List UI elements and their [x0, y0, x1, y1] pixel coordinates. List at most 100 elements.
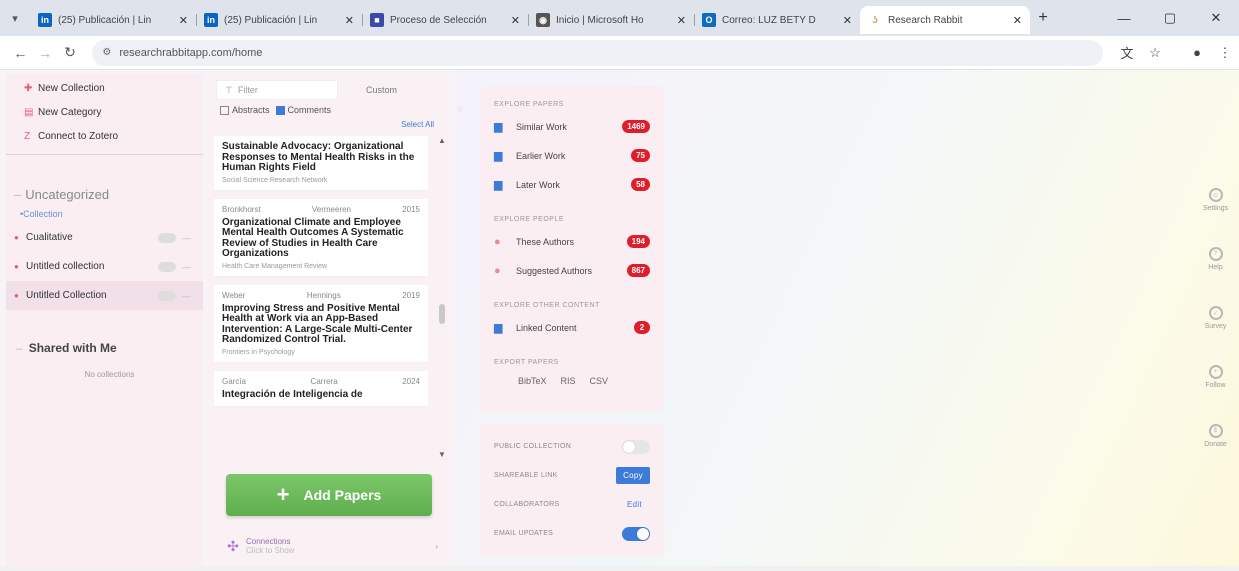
suggested-authors-button[interactable]: ● Suggested Authors 867 — [494, 256, 650, 285]
browser-tab[interactable]: in (25) Publicación | Lin ✕ — [30, 6, 196, 34]
these-authors-button[interactable]: ● These Authors 194 — [494, 227, 650, 256]
minimize-button[interactable]: — — [1101, 11, 1147, 26]
connections-button[interactable]: ✣ Connections Click to Show › — [220, 532, 438, 560]
explore-papers-heading: EXPLORE PAPERS — [494, 100, 564, 108]
add-papers-button[interactable]: + Add Papers — [226, 474, 432, 516]
category-heading[interactable]: – Uncategorized — [6, 183, 203, 205]
scroll-thumb[interactable] — [439, 304, 445, 324]
settings-button[interactable]: ⊙ Settings — [1192, 188, 1239, 247]
collection-toggle[interactable] — [158, 290, 176, 301]
close-tab-icon[interactable]: ✕ — [843, 14, 852, 27]
new-collection-button[interactable]: ✚ New Collection — [6, 76, 203, 100]
tab-title: (25) Publicación | Lin — [58, 14, 152, 26]
microsoft-icon: ◉ — [536, 13, 550, 27]
new-category-button[interactable]: ▤ New Category — [6, 100, 203, 124]
browser-tab-active[interactable]: ʖ Research Rabbit ✕ — [860, 6, 1030, 34]
bookmark-star-icon[interactable]: ☆ — [1141, 45, 1169, 61]
export-bibtex-button[interactable]: BibTeX — [518, 376, 547, 386]
export-csv-button[interactable]: CSV — [590, 376, 609, 386]
help-button[interactable]: ? Help — [1192, 247, 1239, 306]
plus-icon: + — [276, 482, 290, 507]
tab-search-icon[interactable]: ▾ — [0, 0, 30, 36]
site-info-icon[interactable]: ⚙ — [102, 47, 111, 58]
maximize-button[interactable]: ▢ — [1147, 10, 1193, 26]
panel-resize-handle[interactable] — [457, 106, 463, 112]
export-ris-button[interactable]: RIS — [561, 376, 576, 386]
browser-tab[interactable]: ■ Proceso de Selección ✕ — [362, 6, 528, 34]
collection-options-icon[interactable]: — — [182, 262, 191, 272]
help-icon: ? — [1208, 247, 1223, 261]
comments-checkbox[interactable] — [275, 105, 285, 115]
browser-tab[interactable]: ◉ Inicio | Microsoft Ho ✕ — [528, 6, 694, 34]
url-field[interactable]: ⚙ researchrabbitapp.com/home — [92, 39, 1104, 66]
close-tab-icon[interactable]: ✕ — [1013, 14, 1022, 27]
paper-card[interactable]: Weber Hennings 2019 Improving Stress and… — [214, 284, 428, 363]
scroll-down-icon[interactable]: ▼ — [438, 450, 446, 459]
close-window-button[interactable]: ✕ — [1193, 10, 1239, 26]
email-updates-toggle[interactable] — [622, 526, 650, 541]
connect-zotero-button[interactable]: Z Connect to Zotero — [6, 124, 203, 148]
chevron-right-icon: › — [435, 541, 438, 551]
abstracts-checkbox[interactable] — [220, 105, 229, 115]
paper-journal: Health Care Management Review — [222, 262, 328, 270]
collection-toggle[interactable] — [158, 232, 176, 243]
browser-tab[interactable]: O Correo: LUZ BETY D ✕ — [694, 6, 860, 34]
tab-title: Proceso de Selección — [390, 14, 487, 26]
these-authors-label: These Authors — [516, 236, 575, 247]
collaborators-label: COLLABORATORS — [494, 501, 560, 508]
explore-people-heading: EXPLORE PEOPLE — [494, 215, 565, 223]
close-tab-icon[interactable]: ✕ — [179, 14, 188, 27]
close-tab-icon[interactable]: ✕ — [345, 14, 354, 27]
papers-icon: ▆ — [494, 322, 503, 334]
horizontal-scrollbar[interactable] — [0, 566, 1239, 571]
collection-settings-panel: PUBLIC COLLECTION SHAREABLE LINK Copy CO… — [480, 424, 664, 556]
similar-work-button[interactable]: ▆ Similar Work 1469 — [494, 112, 650, 141]
follow-button[interactable]: + Follow — [1192, 365, 1239, 424]
survey-button[interactable]: ✓ Survey — [1192, 306, 1239, 365]
donate-button[interactable]: $ Donate — [1192, 424, 1239, 483]
paper-title: Integración de Inteligencia de — [222, 388, 363, 400]
linked-content-label: Linked Content — [516, 322, 577, 333]
paper-card[interactable]: Bronkhorst Vermeeren 2015 Organizational… — [214, 198, 428, 277]
profile-icon[interactable]: ● — [1183, 45, 1211, 60]
survey-label: Survey — [1204, 323, 1227, 330]
translate-icon[interactable]: 文 — [1113, 43, 1141, 62]
collection-options-icon[interactable]: — — [182, 291, 191, 301]
collection-label: Cualitative — [26, 232, 73, 243]
browser-menu-icon[interactable]: ⋮ — [1211, 45, 1239, 61]
browser-tab[interactable]: in (25) Publicación | Lin ✕ — [196, 6, 362, 34]
filter-input[interactable]: ⊤ Filter — [216, 80, 338, 100]
new-tab-button[interactable]: + — [1030, 9, 1056, 27]
forward-icon[interactable]: → — [33, 45, 58, 61]
people-icon: ● — [494, 235, 501, 248]
donate-icon: $ — [1208, 424, 1223, 438]
paper-card[interactable]: Sustainable Advocacy: Organizational Res… — [214, 136, 428, 191]
collections-sidebar: ✚ New Collection ▤ New Category Z Connec… — [6, 74, 203, 571]
later-work-button[interactable]: ▆ Later Work 58 — [494, 170, 650, 199]
similar-work-count: 1469 — [622, 120, 650, 133]
reload-icon[interactable]: ↻ — [58, 44, 83, 61]
shared-heading-label: Shared with Me — [28, 341, 117, 355]
close-tab-icon[interactable]: ✕ — [677, 14, 686, 27]
linked-content-button[interactable]: ▆ Linked Content 2 — [494, 313, 650, 342]
scroll-up-icon[interactable]: ▲ — [438, 136, 446, 145]
linkedin-icon: in — [38, 13, 52, 27]
paper-list-scrollbar[interactable]: ▲ ▼ — [438, 136, 446, 459]
collection-item[interactable]: ● Cualitative — — [6, 223, 203, 252]
collection-item-selected[interactable]: ● Untitled Collection — — [6, 281, 203, 310]
close-tab-icon[interactable]: ✕ — [511, 14, 520, 27]
public-collection-toggle[interactable] — [622, 439, 650, 454]
collection-item[interactable]: ● Untitled collection — — [6, 252, 203, 281]
collection-toggle[interactable] — [158, 261, 176, 272]
shared-heading[interactable]: – Shared with Me — [6, 338, 203, 358]
explore-other-heading: EXPLORE OTHER CONTENT — [494, 301, 600, 309]
paper-card[interactable]: García Carrera 2024 Integración de Intel… — [214, 370, 428, 407]
copy-link-button[interactable]: Copy — [616, 467, 650, 484]
collection-options-icon[interactable]: — — [182, 233, 191, 243]
sort-custom-dropdown[interactable]: Custom — [366, 85, 397, 95]
back-icon[interactable]: ← — [8, 45, 33, 61]
select-all-link[interactable]: Select All — [208, 120, 448, 132]
edit-collaborators-link[interactable]: Edit — [627, 500, 642, 509]
earlier-work-button[interactable]: ▆ Earlier Work 75 — [494, 141, 650, 170]
paper-year: 2015 — [402, 204, 420, 214]
